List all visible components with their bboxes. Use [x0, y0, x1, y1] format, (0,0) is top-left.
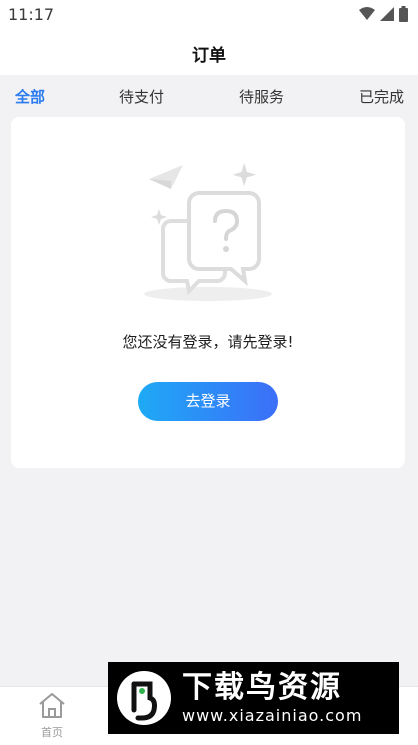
- signal-icon: [380, 7, 394, 21]
- nav-label-home: 首页: [41, 726, 63, 739]
- nav-item-home[interactable]: 首页: [22, 691, 82, 740]
- tab-all[interactable]: 全部: [15, 86, 45, 107]
- bird-logo-icon: [117, 671, 171, 725]
- order-tabs: 全部 待支付 待服务 已完成: [0, 75, 418, 115]
- wifi-icon: [359, 7, 375, 20]
- watermark-url: www.xiazainiao.com: [182, 706, 363, 725]
- tab-pending-service[interactable]: 待服务: [239, 86, 284, 107]
- empty-state-card: 您还没有登录，请先登录! 去登录: [11, 117, 405, 468]
- battery-icon: [399, 6, 408, 22]
- tab-pending-payment[interactable]: 待支付: [119, 86, 164, 107]
- watermark-text: 下载鸟资源 www.xiazainiao.com: [182, 670, 362, 726]
- header: 订单: [0, 30, 418, 75]
- login-button[interactable]: 去登录: [138, 382, 278, 421]
- empty-question-illustration: [144, 163, 272, 301]
- status-icons: [359, 6, 408, 22]
- page-title: 订单: [192, 46, 226, 66]
- login-required-message: 您还没有登录，请先登录!: [122, 333, 294, 351]
- status-bar: 11:17: [0, 0, 418, 30]
- home-icon: [39, 693, 65, 718]
- status-time: 11:17: [8, 5, 55, 24]
- tab-completed[interactable]: 已完成: [359, 86, 404, 107]
- watermark-banner: 下载鸟资源 www.xiazainiao.com: [108, 662, 399, 734]
- watermark-title: 下载鸟资源: [182, 670, 342, 705]
